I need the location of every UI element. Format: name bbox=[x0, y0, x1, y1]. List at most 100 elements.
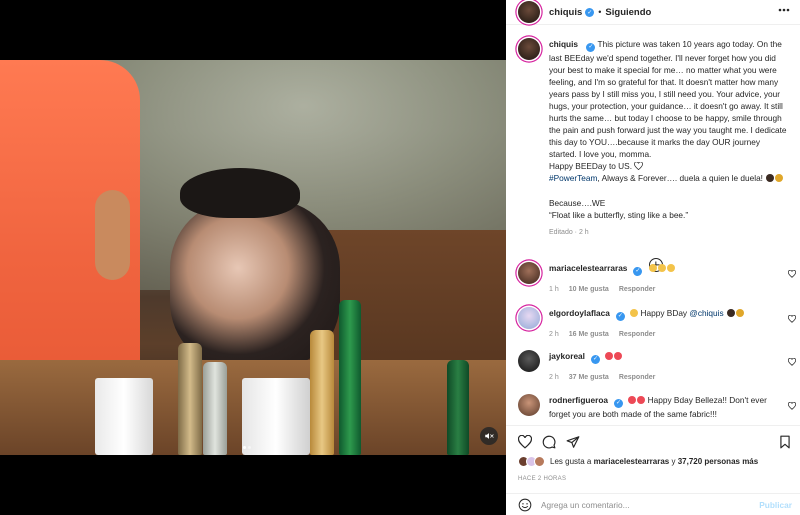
comment-likes[interactable]: 10 Me gusta bbox=[569, 284, 609, 296]
heart-icon[interactable] bbox=[518, 434, 532, 449]
comment-body: elgordoylaflaca ✓ Happy BDay @chiquis 2 h… bbox=[549, 307, 777, 341]
reply-button[interactable]: Responder bbox=[619, 284, 656, 296]
caption-body: This picture was taken 10 years ago toda… bbox=[549, 39, 787, 160]
like-comment-icon[interactable] bbox=[788, 315, 796, 323]
post-actions-bar bbox=[506, 425, 800, 451]
butterfly-icon bbox=[766, 174, 775, 183]
reply-button[interactable]: Responder bbox=[619, 372, 656, 384]
hashtag-link[interactable]: #PowerTeam bbox=[549, 173, 597, 183]
like-comment-icon[interactable] bbox=[788, 402, 796, 410]
commenter-avatar[interactable] bbox=[518, 307, 540, 329]
likes-prefix: Les gusta a bbox=[550, 457, 592, 466]
comment-item: elgordoylaflaca ✓ Happy BDay @chiquis 2 h… bbox=[518, 307, 800, 341]
video-hat bbox=[180, 168, 300, 218]
caption-line-because: Because….WE bbox=[549, 197, 606, 208]
more-icon[interactable] bbox=[778, 8, 790, 12]
caption-avatar[interactable] bbox=[518, 38, 540, 60]
comment-text: Happy BDay bbox=[640, 308, 688, 318]
likes-and: y bbox=[671, 457, 676, 466]
emoji-icon bbox=[735, 309, 744, 317]
commenter-avatar[interactable] bbox=[518, 350, 540, 372]
caption-text: chiquis ✓ This picture was taken 10 year… bbox=[549, 38, 788, 239]
verified-icon: ✓ bbox=[590, 354, 600, 364]
likes-user[interactable]: mariacelestearraras bbox=[594, 457, 670, 466]
caption-quote: “Float like a butterfly, sting like a be… bbox=[549, 209, 689, 220]
publish-button[interactable]: Publicar bbox=[759, 500, 792, 510]
caption-edited: Editado · 2 h bbox=[549, 228, 589, 236]
commenter-username[interactable]: jaykoreal bbox=[549, 351, 585, 361]
add-comment-bar: Publicar bbox=[506, 493, 800, 515]
like-comment-icon[interactable] bbox=[788, 358, 796, 366]
likes-text: Les gusta a mariacelestearraras y 37,720… bbox=[550, 457, 758, 466]
caption-username[interactable]: chiquis bbox=[549, 39, 578, 49]
commenter-avatar[interactable] bbox=[518, 262, 540, 284]
comment-meta: 2 h 37 Me gusta Responder bbox=[549, 372, 777, 384]
comment-body: jaykoreal ✓ 2 h 37 Me gusta Responder bbox=[549, 350, 777, 384]
video-bottle bbox=[310, 330, 334, 455]
post-timestamp: HACE 2 HORAS bbox=[518, 476, 567, 482]
comment-body: rodnerfigueroa ✓ Happy Bday Belleza!! Don… bbox=[549, 394, 777, 420]
post-header: chiquis ✓ • Siguiendo bbox=[506, 0, 800, 25]
comment-item: jaykoreal ✓ 2 h 37 Me gusta Responder bbox=[518, 350, 800, 384]
comment-input[interactable] bbox=[541, 499, 751, 510]
commenter-username[interactable]: mariacelestearraras bbox=[549, 263, 627, 273]
liker-avatar bbox=[534, 456, 545, 467]
comments-scroll-area[interactable]: chiquis ✓ This picture was taken 10 year… bbox=[506, 30, 800, 420]
commenter-username[interactable]: elgordoylaflaca bbox=[549, 308, 610, 318]
emoji-icon bbox=[657, 264, 666, 272]
bookmark-icon[interactable] bbox=[778, 435, 792, 449]
video-bottle bbox=[339, 300, 361, 455]
like-comment-icon[interactable] bbox=[788, 270, 796, 278]
verified-icon: ✓ bbox=[585, 7, 595, 17]
comment-time: 2 h bbox=[549, 373, 559, 381]
video-cup bbox=[242, 378, 310, 455]
emoji-icon bbox=[666, 264, 675, 272]
video-bottle bbox=[447, 360, 469, 455]
video-bottle bbox=[203, 362, 227, 455]
video-cup bbox=[95, 378, 153, 455]
likes-count[interactable]: 37,720 personas más bbox=[678, 457, 759, 466]
bee-icon bbox=[775, 174, 784, 183]
verified-icon: ✓ bbox=[615, 311, 625, 321]
post-media bbox=[0, 0, 506, 515]
reply-button[interactable]: Responder bbox=[619, 329, 656, 341]
likes-summary: Les gusta a mariacelestearraras y 37,720… bbox=[518, 456, 758, 467]
comment-time: 1 h bbox=[549, 285, 559, 293]
header-separator: • bbox=[598, 7, 602, 17]
commenter-username[interactable]: rodnerfigueroa bbox=[549, 395, 608, 405]
carousel-dots bbox=[243, 446, 251, 449]
comment-icon[interactable] bbox=[542, 435, 556, 449]
post-caption: chiquis ✓ This picture was taken 10 year… bbox=[506, 30, 800, 239]
red-heart-icon bbox=[614, 352, 623, 360]
red-heart-icon bbox=[628, 396, 637, 404]
author-avatar[interactable] bbox=[518, 1, 540, 23]
mute-button[interactable] bbox=[480, 427, 498, 445]
follow-status-button[interactable]: Siguiendo bbox=[605, 7, 651, 18]
comment-body: mariacelestearraras ✓ 1 h 10 Me gusta Res… bbox=[549, 262, 777, 296]
comment-meta: 2 h 16 Me gusta Responder bbox=[549, 329, 777, 341]
commenter-avatar[interactable] bbox=[518, 394, 540, 416]
caption-line-beeday: Happy BEEDay to US. bbox=[549, 161, 633, 172]
mute-icon bbox=[485, 433, 494, 439]
post-side-panel: chiquis ✓ • Siguiendo chiquis ✓ This pic… bbox=[506, 0, 800, 515]
share-icon[interactable] bbox=[566, 435, 580, 449]
verified-icon: ✓ bbox=[586, 42, 596, 52]
video-bottle bbox=[178, 343, 202, 455]
emoji-icon bbox=[648, 264, 657, 272]
emoji-icon bbox=[630, 309, 639, 317]
caption-line-forever: , Always & Forever…. duela a quien le du… bbox=[597, 173, 763, 184]
mention-link[interactable]: @chiquis bbox=[689, 308, 723, 318]
video-player[interactable] bbox=[0, 60, 506, 455]
red-heart-icon bbox=[605, 352, 614, 360]
comment-likes[interactable]: 37 Me gusta bbox=[569, 372, 609, 384]
comment-meta: 1 h 10 Me gusta Responder bbox=[549, 284, 777, 296]
comment-likes[interactable]: 16 Me gusta bbox=[569, 329, 609, 341]
comment-item: rodnerfigueroa ✓ Happy Bday Belleza!! Don… bbox=[518, 394, 800, 420]
red-heart-icon bbox=[637, 396, 646, 404]
emoji-icon[interactable] bbox=[518, 498, 532, 512]
verified-icon: ✓ bbox=[614, 398, 624, 408]
white-heart-icon bbox=[634, 161, 644, 171]
author-username[interactable]: chiquis bbox=[549, 7, 582, 18]
emoji-icon bbox=[726, 309, 735, 317]
video-arm bbox=[95, 190, 130, 280]
